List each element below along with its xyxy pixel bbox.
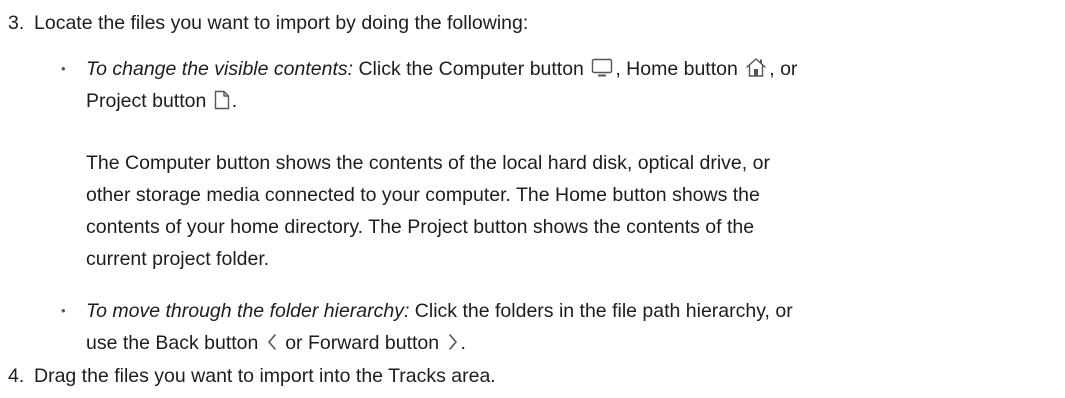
bullet-text: . — [460, 332, 466, 354]
bullet-text: , Home button — [615, 58, 744, 80]
document-icon — [214, 90, 230, 110]
paragraph-line: The Computer button shows the contents o… — [86, 152, 770, 174]
bullet-text: , or — [769, 58, 798, 80]
bullet-line: To change the visible contents: Click th… — [86, 53, 1046, 85]
forward-chevron-icon — [447, 332, 459, 352]
bullet-text: Click the folders in the file path hiera… — [409, 300, 793, 322]
bullet-text: . — [231, 90, 238, 112]
bullet-marker: • — [61, 303, 66, 318]
bullet-lead: To move through the folder hierarchy: — [86, 300, 410, 322]
bullet-text: Click the Computer button — [353, 58, 590, 80]
step-number: 4. — [8, 365, 25, 387]
bullet-marker: • — [61, 61, 66, 76]
step-text: Drag the files you want to import into t… — [34, 365, 496, 387]
paragraph-line: current project folder. — [86, 248, 270, 270]
bullet-text: or Forward button — [279, 332, 445, 354]
bullet-body: To change the visible contents: Click th… — [86, 53, 1046, 117]
paragraph-line: contents of your home directory. The Pro… — [86, 216, 755, 238]
step-text: Locate the files you want to import by d… — [34, 12, 529, 34]
bullet-body: To move through the folder hierarchy: Cl… — [86, 295, 1046, 359]
back-chevron-icon — [266, 332, 278, 352]
instructions-document: 3. Locate the files you want to import b… — [0, 0, 1065, 398]
bullet-text: use the Back button — [86, 332, 264, 354]
bullet-line: use the Back button or Forward button . — [86, 327, 1046, 359]
home-icon — [745, 57, 767, 78]
bullet-text: Project button — [86, 90, 212, 112]
explanation-paragraph: The Computer button shows the contents o… — [86, 147, 1046, 275]
computer-icon — [591, 58, 613, 78]
bullet-lead: To change the visible contents: — [86, 58, 354, 80]
bullet-line: To move through the folder hierarchy: Cl… — [86, 295, 1046, 327]
step-number: 3. — [8, 12, 25, 34]
bullet-line: Project button . — [86, 85, 1046, 117]
paragraph-line: other storage media connected to your co… — [86, 184, 760, 206]
